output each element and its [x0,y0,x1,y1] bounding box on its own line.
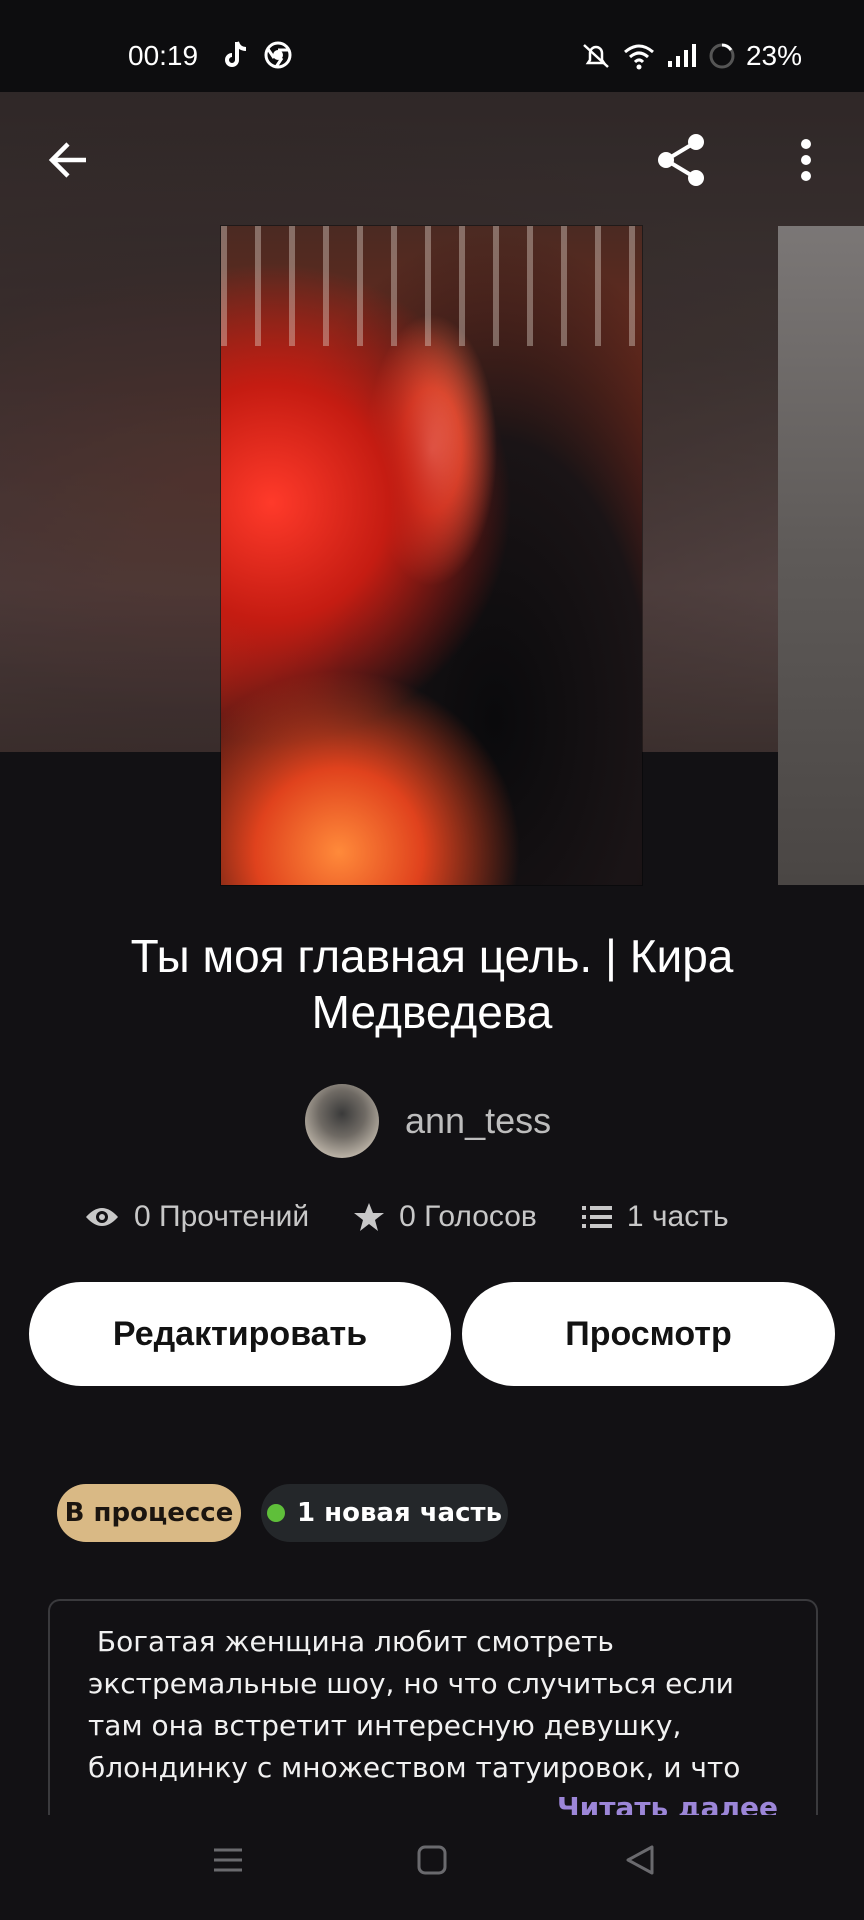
avatar[interactable] [305,1084,379,1158]
new-indicator-dot [266,1504,285,1522]
notification-icons [222,40,292,70]
chrome-icon [264,41,292,69]
battery-icon [709,43,735,69]
wifi-icon [623,44,654,70]
parts-count[interactable]: 1 часть [627,1200,729,1234]
star-icon [354,1203,385,1231]
description-box: Богатая женщина любит смотреть экстремал… [48,1599,818,1821]
reads-count: 0 Прочтений [134,1200,310,1233]
home-button[interactable] [414,1842,450,1878]
author-name[interactable]: ann_tess [405,1100,551,1142]
list-icon [581,1206,612,1228]
preview-button[interactable]: Просмотр [462,1282,835,1386]
parts-stat[interactable]: 1 часть [581,1200,729,1234]
tiktok-icon [225,41,247,67]
eye-icon [86,1208,118,1226]
more-vert-icon [801,139,811,181]
story-cover-image[interactable] [221,226,642,885]
votes-stat: 0 Голосов [353,1200,537,1234]
square-icon [417,1845,447,1875]
mute-bell-icon [583,44,609,68]
arrow-left-icon [48,142,86,178]
story-description: Богатая женщина любит смотреть экстремал… [88,1625,743,1784]
next-story-cover[interactable] [778,226,864,885]
reads-stat: 0 Прочтений [84,1200,309,1234]
status-time: 00:19 [128,40,199,71]
votes-count: 0 Голосов [399,1200,537,1233]
more-options-button[interactable] [786,132,826,188]
story-stats: 0 Прочтений 0 Голосов 1 часть [84,1200,729,1234]
signal-icon [667,44,696,67]
status-bar: 00:19 23% [0,0,864,92]
edit-button[interactable]: Редактировать [29,1282,451,1386]
status-badge: В процессе [57,1484,241,1542]
recents-button[interactable] [210,1842,246,1878]
cover-decoration [221,226,642,346]
battery-level: 23% [745,40,802,71]
share-button[interactable] [650,128,714,192]
new-part-badge: 1 новая часть [261,1484,508,1542]
new-part-label: 1 новая часть [296,1498,503,1528]
system-back-button[interactable] [622,1842,658,1878]
author-link[interactable]: ann_tess [305,1084,551,1158]
share-icon [658,134,704,186]
system-icons: 23% [580,40,802,72]
menu-icon [214,1848,242,1872]
story-title: Ты моя главная цель. | Кира Медведева [130,930,734,1038]
back-button[interactable] [40,132,96,188]
triangle-back-icon [626,1845,654,1875]
